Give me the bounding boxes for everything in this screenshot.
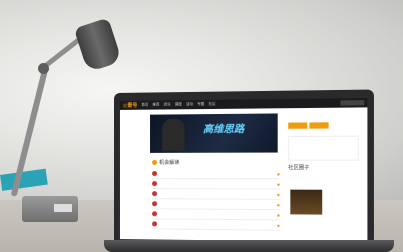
laptop-base: [104, 240, 394, 252]
row-tag: ●: [277, 212, 280, 217]
avatar: [152, 201, 158, 207]
nav-item[interactable]: 活动: [186, 102, 193, 107]
site-logo[interactable]: ◎壹号: [123, 102, 137, 109]
nav-item[interactable]: 推荐: [152, 102, 159, 107]
nav-item[interactable]: 课程: [175, 102, 182, 107]
list-item[interactable]: ●: [152, 169, 280, 180]
avatar: [152, 221, 158, 227]
sidebar-title: 社区圈子: [288, 164, 310, 172]
row-tag: ●: [277, 202, 280, 207]
list-item[interactable]: ●: [152, 179, 280, 190]
row-tag: ●: [277, 181, 280, 186]
laptop-lid: ◎壹号 首页 推荐 资讯 课程 活动 专题 社区 高维思路 机会解读 ● ● ●: [114, 89, 374, 249]
list-item[interactable]: ●: [152, 189, 280, 200]
nav-item[interactable]: 社区: [208, 102, 215, 107]
article-list: ● ● ● ● ● ●: [152, 169, 280, 231]
row-tag: ●: [277, 171, 280, 176]
list-item[interactable]: ●: [152, 219, 280, 231]
lamp-joint: [38, 63, 49, 74]
sidebar: 社区圈子: [288, 113, 359, 171]
sidebar-box: [288, 135, 359, 161]
hero-banner[interactable]: 高维思路: [150, 113, 278, 153]
row-tag: ●: [277, 192, 280, 197]
sidebar-button[interactable]: [309, 122, 329, 129]
speaker-photo: [162, 118, 185, 151]
avatar: [152, 191, 158, 197]
row-tag: ●: [277, 222, 280, 228]
sidebar-image[interactable]: [290, 189, 323, 215]
lamp-base-label: [54, 204, 72, 212]
search-input[interactable]: [340, 100, 365, 106]
avatar: [152, 181, 158, 187]
site-nav: ◎壹号 首页 推荐 资讯 课程 活动 专题 社区: [119, 97, 368, 110]
nav-item[interactable]: 资讯: [164, 102, 171, 107]
section-title: 机会解读: [152, 159, 179, 166]
laptop-screen: ◎壹号 首页 推荐 资讯 课程 活动 专题 社区 高维思路 机会解读 ● ● ●: [119, 97, 368, 243]
section-dot-icon: [152, 159, 158, 165]
avatar: [152, 171, 158, 177]
sidebar-button[interactable]: [288, 122, 308, 129]
nav-item[interactable]: 首页: [141, 103, 148, 108]
photo-scene: ◎壹号 首页 推荐 资讯 课程 活动 专题 社区 高维思路 机会解读 ● ● ●: [0, 0, 403, 252]
nav-item[interactable]: 专题: [197, 102, 204, 107]
avatar: [152, 211, 158, 217]
banner-headline: 高维思路: [202, 123, 245, 136]
